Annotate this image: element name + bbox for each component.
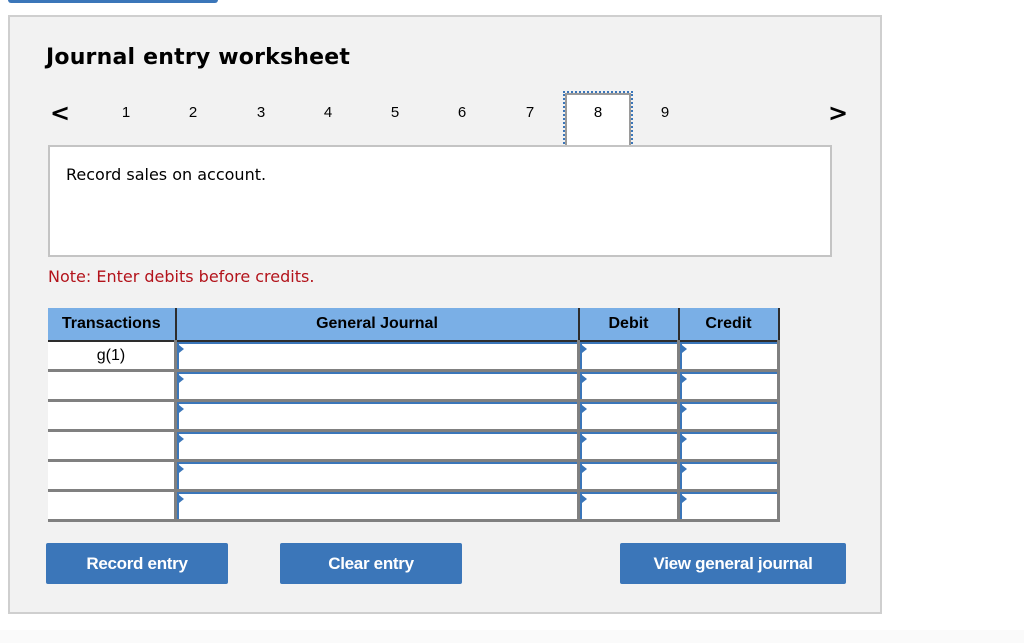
table-row: g(1) [48, 341, 780, 372]
page-footer-strip [0, 630, 1024, 643]
page-tab-1[interactable]: 1 [93, 93, 159, 149]
debit-cell [578, 370, 680, 402]
debit-cell [578, 460, 680, 492]
account-cell [175, 370, 580, 402]
credit-cell [678, 430, 780, 462]
account-input[interactable] [177, 492, 577, 519]
account-cell [175, 400, 580, 432]
credit-cell [678, 370, 780, 402]
transaction-cell [48, 400, 177, 432]
debit-input[interactable] [580, 402, 677, 429]
chevron-right-icon[interactable]: > [828, 101, 848, 125]
worksheet-pager: < 1 2 3 4 5 6 7 8 9 > [10, 91, 880, 153]
credit-input[interactable] [680, 342, 777, 369]
table-row [48, 400, 780, 432]
account-input[interactable] [177, 462, 577, 489]
header-general-journal: General Journal [174, 308, 580, 342]
credit-input[interactable] [680, 462, 777, 489]
account-cell [175, 430, 580, 462]
page-tab-5[interactable]: 5 [362, 93, 428, 149]
debit-cell [578, 400, 680, 432]
table-row [48, 430, 780, 462]
account-cell [175, 490, 580, 522]
prompt-box: Record sales on account. [48, 145, 832, 257]
account-input[interactable] [177, 342, 577, 369]
debit-input[interactable] [580, 342, 677, 369]
page-tab-4[interactable]: 4 [295, 93, 361, 149]
credit-input[interactable] [680, 402, 777, 429]
debit-input[interactable] [580, 492, 677, 519]
transaction-cell: g(1) [48, 341, 177, 372]
view-general-journal-button[interactable]: View general journal [620, 543, 846, 584]
credit-input[interactable] [680, 372, 777, 399]
header-transactions: Transactions [48, 308, 177, 342]
transaction-cell [48, 490, 177, 522]
table-row [48, 490, 780, 522]
debit-input[interactable] [580, 372, 677, 399]
debit-input[interactable] [580, 432, 677, 459]
page-tab-9[interactable]: 9 [632, 93, 698, 149]
journal-worksheet-panel: Journal entry worksheet < 1 2 3 4 5 6 7 … [8, 15, 882, 614]
page-tab-7[interactable]: 7 [497, 93, 563, 149]
account-input[interactable] [177, 372, 577, 399]
page-tab-3[interactable]: 3 [228, 93, 294, 149]
credit-cell [678, 490, 780, 522]
prompt-text: Record sales on account. [66, 165, 267, 184]
header-credit: Credit [677, 308, 780, 342]
account-cell [175, 341, 580, 372]
chevron-left-icon[interactable]: < [50, 101, 70, 125]
table-header-row: Transactions General Journal Debit Credi… [48, 308, 780, 342]
header-debit: Debit [577, 308, 680, 342]
top-tab-indicator [8, 0, 218, 3]
journal-table: Transactions General Journal Debit Credi… [48, 308, 780, 522]
page-tab-8-active[interactable]: 8 [563, 91, 633, 151]
table-row [48, 370, 780, 402]
transaction-cell [48, 430, 177, 462]
page-title: Journal entry worksheet [46, 45, 351, 70]
debit-cell [578, 490, 680, 522]
page-tab-2[interactable]: 2 [160, 93, 226, 149]
credit-cell [678, 460, 780, 492]
account-input[interactable] [177, 432, 577, 459]
page-tab-6[interactable]: 6 [429, 93, 495, 149]
transaction-cell [48, 370, 177, 402]
credit-input[interactable] [680, 432, 777, 459]
clear-entry-button[interactable]: Clear entry [280, 543, 462, 584]
account-input[interactable] [177, 402, 577, 429]
debit-cell [578, 341, 680, 372]
account-cell [175, 460, 580, 492]
table-row [48, 460, 780, 492]
debit-cell [578, 430, 680, 462]
credit-cell [678, 341, 780, 372]
credit-input[interactable] [680, 492, 777, 519]
note-text: Note: Enter debits before credits. [48, 267, 315, 286]
transaction-cell [48, 460, 177, 492]
credit-cell [678, 400, 780, 432]
record-entry-button[interactable]: Record entry [46, 543, 228, 584]
debit-input[interactable] [580, 462, 677, 489]
